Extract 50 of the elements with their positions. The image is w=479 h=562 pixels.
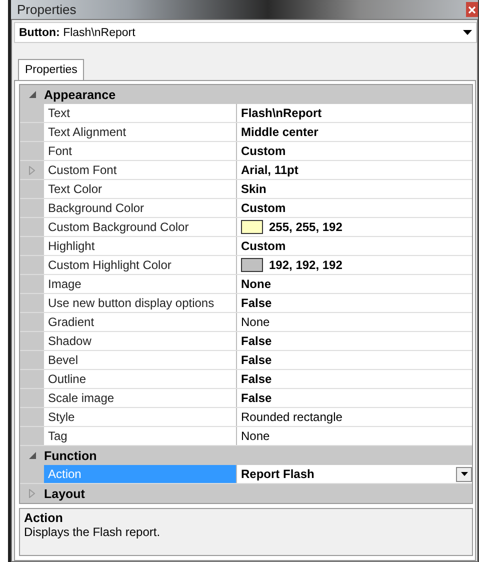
- property-value: False: [241, 353, 272, 367]
- property-value: False: [241, 391, 272, 405]
- property-value: Custom: [241, 239, 286, 253]
- property-value: Custom: [241, 144, 286, 158]
- property-name[interactable]: Font: [44, 142, 237, 160]
- property-name[interactable]: Use new button display options: [44, 294, 237, 312]
- property-name[interactable]: Tag: [44, 427, 237, 445]
- property-value: Report Flash: [241, 467, 314, 481]
- property-value: Skin: [241, 182, 266, 196]
- property-value: False: [241, 296, 272, 310]
- property-value: Custom: [241, 201, 286, 215]
- property-value: Flash\nReport: [241, 106, 322, 120]
- property-value: 255, 255, 192: [269, 220, 342, 234]
- property-name[interactable]: Text Color: [44, 180, 237, 198]
- property-name[interactable]: Bevel: [44, 351, 237, 369]
- dropdown-button[interactable]: [456, 466, 472, 482]
- property-name[interactable]: Image: [44, 275, 237, 293]
- property-value: Arial, 11pt: [241, 163, 298, 177]
- window-title: Properties: [17, 2, 76, 17]
- property-value: 192, 192, 192: [269, 258, 342, 272]
- dropdown-caret-icon: [463, 30, 472, 35]
- property-value: False: [241, 334, 272, 348]
- category-name: Function: [44, 448, 97, 464]
- object-selector[interactable]: Button: Flash\nReport: [14, 22, 477, 43]
- property-value: Middle center: [241, 125, 318, 139]
- property-name[interactable]: Background Color: [44, 199, 237, 217]
- property-value: None: [241, 277, 271, 291]
- description-title: Action: [24, 511, 64, 525]
- description-text: Displays the Flash report.: [24, 525, 162, 539]
- property-name[interactable]: Outline: [44, 370, 237, 388]
- property-name[interactable]: Scale image: [44, 389, 237, 407]
- property-name[interactable]: Custom Font: [44, 161, 237, 179]
- property-value: False: [241, 372, 272, 386]
- property-name[interactable]: Highlight: [44, 237, 237, 255]
- property-name[interactable]: Style: [44, 408, 237, 426]
- property-name[interactable]: Gradient: [44, 313, 237, 331]
- property-name[interactable]: Custom Background Color: [44, 218, 237, 236]
- property-value: None: [241, 315, 270, 329]
- properties-tab[interactable]: Properties: [18, 59, 84, 80]
- property-name[interactable]: Text: [44, 104, 237, 122]
- property-value: None: [241, 429, 270, 443]
- property-name[interactable]: Custom Highlight Color: [44, 256, 237, 274]
- category-name: Layout: [44, 486, 85, 503]
- property-name[interactable]: Shadow: [44, 332, 237, 350]
- dropdown-caret-icon: [460, 472, 468, 476]
- close-icon: [468, 6, 476, 14]
- category-name: Appearance: [44, 86, 116, 104]
- close-button[interactable]: [466, 2, 478, 17]
- property-value: Rounded rectangle: [241, 410, 342, 424]
- property-name[interactable]: Text Alignment: [44, 123, 237, 141]
